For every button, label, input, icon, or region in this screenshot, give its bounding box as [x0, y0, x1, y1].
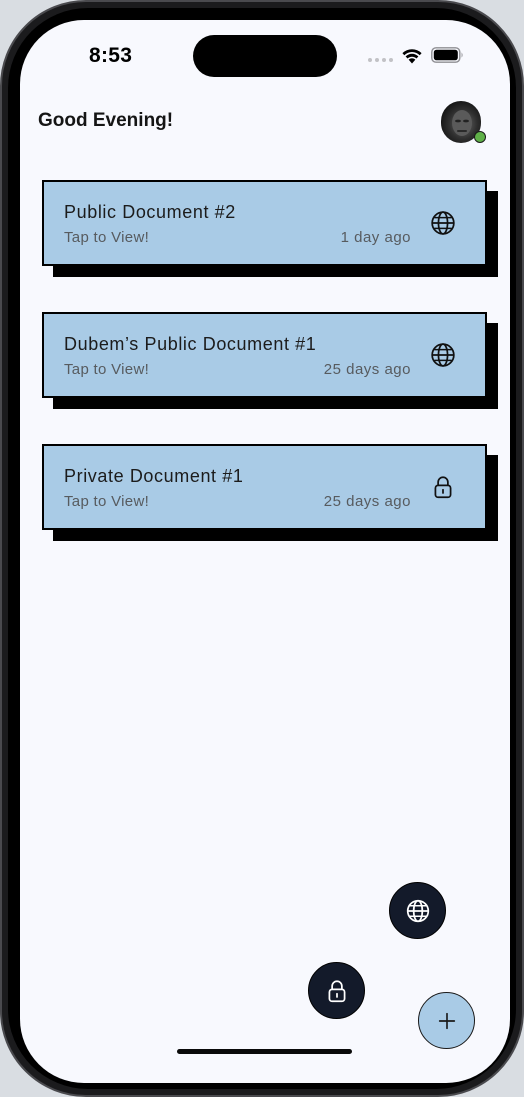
- document-time: 1 day ago: [340, 229, 411, 246]
- new-private-document-button[interactable]: [308, 962, 365, 1019]
- document-time: 25 days ago: [323, 493, 411, 510]
- cellular-signal-icon: [368, 58, 393, 62]
- document-card[interactable]: Private Document #1 Tap to View! 25 days…: [42, 444, 498, 541]
- document-subtitle: Tap to View!: [64, 361, 150, 378]
- online-status-dot: [474, 131, 486, 143]
- document-card[interactable]: Public Document #2 Tap to View! 1 day ag…: [42, 180, 498, 277]
- document-card[interactable]: Dubem’s Public Document #1 Tap to View! …: [42, 312, 498, 409]
- lock-icon: [434, 476, 452, 499]
- document-title: Private Document #1: [64, 466, 244, 486]
- card-body[interactable]: Dubem’s Public Document #1 Tap to View! …: [42, 312, 487, 398]
- card-body[interactable]: Private Document #1 Tap to View! 25 days…: [42, 444, 487, 530]
- add-document-button[interactable]: [418, 992, 475, 1049]
- dynamic-island: [193, 35, 337, 77]
- globe-icon: [431, 211, 455, 235]
- profile-avatar[interactable]: [441, 101, 486, 143]
- app-screen: 8:53 Good Evening! Public Document #2 Ta…: [20, 20, 510, 1083]
- wifi-icon: [402, 49, 422, 64]
- home-indicator[interactable]: [177, 1049, 352, 1054]
- new-public-document-button[interactable]: [389, 882, 446, 939]
- lock-icon: [328, 979, 345, 1002]
- document-time: 25 days ago: [323, 361, 411, 378]
- document-title: Dubem’s Public Document #1: [64, 334, 317, 354]
- card-body[interactable]: Public Document #2 Tap to View! 1 day ag…: [42, 180, 487, 266]
- globe-icon: [431, 343, 455, 367]
- status-time: 8:53: [89, 44, 133, 67]
- battery-icon: [431, 47, 463, 63]
- plus-icon: [438, 1012, 455, 1029]
- document-subtitle: Tap to View!: [64, 229, 150, 246]
- document-title: Public Document #2: [64, 202, 236, 222]
- document-subtitle: Tap to View!: [64, 493, 150, 510]
- globe-icon: [406, 899, 429, 922]
- greeting-title: Good Evening!: [38, 110, 174, 131]
